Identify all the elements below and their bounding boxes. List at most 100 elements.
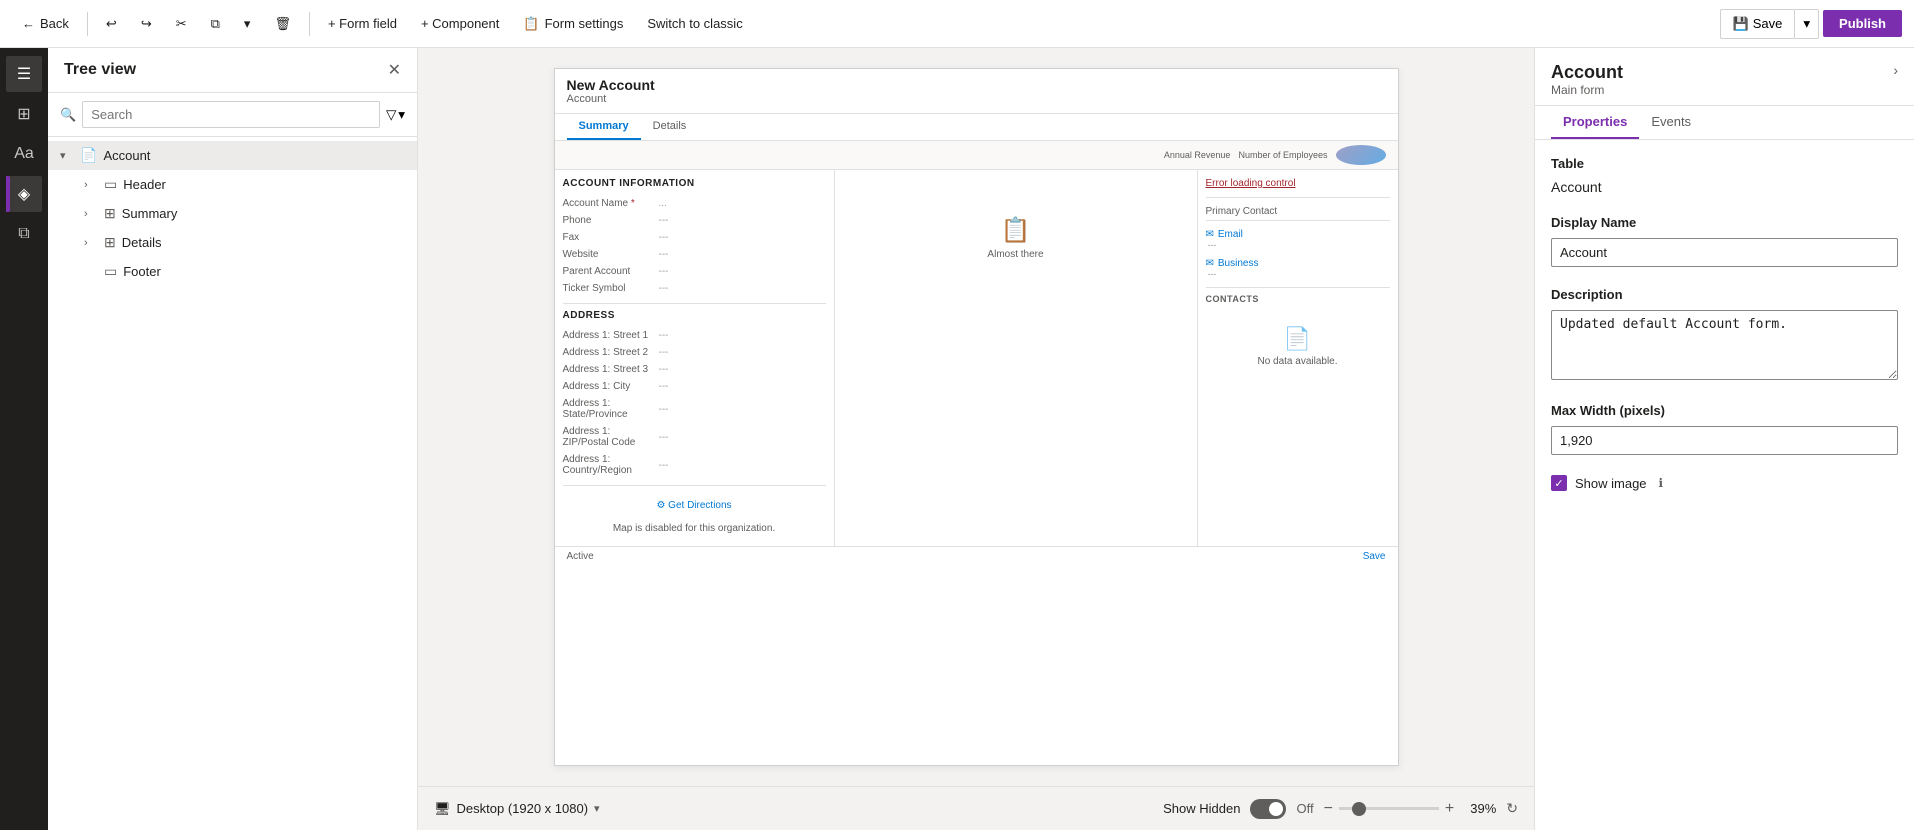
timeline-icon: 📋 xyxy=(1001,216,1031,245)
components-icon[interactable]: ⧉ xyxy=(6,216,42,252)
account-expand-icon[interactable]: ▾ xyxy=(60,149,80,162)
details-expand-icon[interactable]: › xyxy=(84,237,104,249)
sidebar-item-text[interactable]: Aa xyxy=(6,136,42,172)
zoom-plus-button[interactable]: + xyxy=(1445,800,1454,818)
form-preview[interactable]: New Account Account Summary Details Annu… xyxy=(554,68,1399,766)
filter-dropdown-icon: ▾ xyxy=(398,107,405,123)
zoom-control: − + 39% xyxy=(1324,800,1497,818)
preview-form-subtitle: Account xyxy=(567,93,1386,105)
section-divider xyxy=(563,303,826,304)
field-account-name: Account Name ... xyxy=(563,195,826,212)
copy-button[interactable]: ⧉ xyxy=(201,10,230,38)
show-image-checkbox[interactable]: ✓ xyxy=(1551,475,1567,491)
tree-node-summary[interactable]: › ⊞ Summary xyxy=(48,199,417,228)
menu-icon[interactable]: ☰ xyxy=(6,56,42,92)
publish-button[interactable]: Publish xyxy=(1823,10,1902,37)
rotate-button[interactable]: ↻ xyxy=(1506,800,1518,817)
tree-search-input[interactable] xyxy=(82,101,380,128)
tree-close-button[interactable]: ✕ xyxy=(388,60,401,80)
right-tab-properties[interactable]: Properties xyxy=(1551,106,1639,139)
zoom-slider[interactable] xyxy=(1339,807,1439,810)
cut-button[interactable]: ✂ xyxy=(166,10,197,38)
tree-node-account[interactable]: ▾ 📄 Account xyxy=(48,141,417,170)
field-state: Address 1: State/Province --- xyxy=(563,395,826,423)
sidebar-item-menu[interactable]: ☰ xyxy=(6,56,42,92)
street1-label: Address 1: Street 1 xyxy=(563,330,653,341)
field-parent-account: Parent Account --- xyxy=(563,263,826,280)
sidebar-item-grid[interactable]: ⊞ xyxy=(6,96,42,132)
back-button[interactable]: ← Back xyxy=(12,10,79,37)
state-dots: --- xyxy=(659,404,669,415)
form-settings-button[interactable]: 📋 Form settings xyxy=(513,10,633,38)
tree-node-header[interactable]: › ▭ Header xyxy=(48,170,417,199)
sidebar-item-layers[interactable]: ◈ xyxy=(6,176,42,212)
max-width-input[interactable] xyxy=(1551,426,1898,455)
ticker-symbol-dots: --- xyxy=(659,283,669,294)
footer-label: Footer xyxy=(123,264,161,279)
active-indicator xyxy=(6,176,10,212)
right-tab-events[interactable]: Events xyxy=(1639,106,1703,139)
country-dots: --- xyxy=(659,460,669,471)
right-panel-subtitle: Main form xyxy=(1551,83,1623,97)
desktop-label: Desktop (1920 x 1080) xyxy=(457,801,589,816)
street3-label: Address 1: Street 3 xyxy=(563,364,653,375)
tree-node-footer[interactable]: ▭ Footer xyxy=(48,257,417,286)
desktop-dropdown-button[interactable]: ▾ xyxy=(594,802,600,815)
field-fax: Fax --- xyxy=(563,229,826,246)
tree-node-details[interactable]: › ⊞ Details xyxy=(48,228,417,257)
show-hidden-toggle[interactable] xyxy=(1250,799,1286,819)
dropdown-button[interactable]: ▾ xyxy=(234,10,261,38)
layers-icon[interactable]: ◈ xyxy=(6,176,42,212)
delete-button[interactable]: 🗑 xyxy=(264,10,301,38)
cut-icon: ✂ xyxy=(176,16,187,32)
field-street3: Address 1: Street 3 --- xyxy=(563,361,826,378)
website-dots: --- xyxy=(659,249,669,260)
parent-account-label: Parent Account xyxy=(563,266,653,277)
header-expand-icon[interactable]: › xyxy=(84,179,104,191)
preview-form-title: New Account xyxy=(567,77,1386,93)
save-label: Save xyxy=(1753,16,1783,31)
component-button[interactable]: + Component xyxy=(411,10,509,37)
preview-tab-summary[interactable]: Summary xyxy=(567,114,641,140)
preview-header-bar: Annual Revenue Number of Employees xyxy=(555,141,1398,170)
text-icon[interactable]: Aa xyxy=(6,136,42,172)
right-body: Table Account Display Name Description U… xyxy=(1535,140,1914,830)
display-name-input[interactable] xyxy=(1551,238,1898,267)
main-layout: ☰ ⊞ Aa ◈ ⧉ Tree view ✕ 🔍 ▽ ▾ xyxy=(0,48,1914,830)
field-phone: Phone --- xyxy=(563,212,826,229)
no-data-text: No data available. xyxy=(1257,356,1337,367)
timeline-text: Almost there xyxy=(987,249,1043,260)
get-directions-btn[interactable]: ⚙ Get Directions xyxy=(563,492,826,519)
prop-show-image-section: ✓ Show image ℹ xyxy=(1551,475,1898,491)
prop-table-section: Table Account xyxy=(1551,156,1898,195)
summary-expand-icon[interactable]: › xyxy=(84,208,104,220)
save-button[interactable]: 💾 Save xyxy=(1720,9,1796,39)
switch-classic-button[interactable]: Switch to classic xyxy=(637,10,752,37)
toolbar: ← Back ↩ ↪ ✂ ⧉ ▾ 🗑 + Form field + Compon… xyxy=(0,0,1914,48)
preview-save[interactable]: Save xyxy=(1363,551,1386,562)
right-panel-chevron-button[interactable]: › xyxy=(1893,62,1898,78)
phone-dots: --- xyxy=(659,215,669,226)
save-dropdown-button[interactable]: ▾ xyxy=(1795,9,1819,39)
zoom-minus-button[interactable]: − xyxy=(1324,800,1333,818)
annual-revenue-label: Annual Revenue xyxy=(1164,150,1231,160)
contacts-header: CONTACTS xyxy=(1206,294,1390,304)
account-label: Account xyxy=(103,148,150,163)
canvas-content: New Account Account Summary Details Annu… xyxy=(418,48,1534,786)
filter-button[interactable]: ▽ ▾ xyxy=(386,107,405,123)
sidebar-item-components[interactable]: ⧉ xyxy=(6,216,42,252)
show-image-label: Show image xyxy=(1575,476,1647,491)
search-icon: 🔍 xyxy=(60,107,76,123)
grid-icon[interactable]: ⊞ xyxy=(6,96,42,132)
error-control[interactable]: Error loading control xyxy=(1206,178,1390,189)
city-dots: --- xyxy=(659,381,669,392)
preview-tab-details[interactable]: Details xyxy=(641,114,699,140)
undo-button[interactable]: ↩ xyxy=(96,10,127,38)
redo-button[interactable]: ↪ xyxy=(131,10,162,38)
summary-label: Summary xyxy=(122,206,178,221)
details-label: Details xyxy=(122,235,162,250)
description-textarea[interactable]: Updated default Account form. xyxy=(1551,310,1898,380)
right-panel: Account Main form › Properties Events Ta… xyxy=(1534,48,1914,830)
back-label: Back xyxy=(40,16,69,31)
form-field-button[interactable]: + Form field xyxy=(318,10,407,37)
